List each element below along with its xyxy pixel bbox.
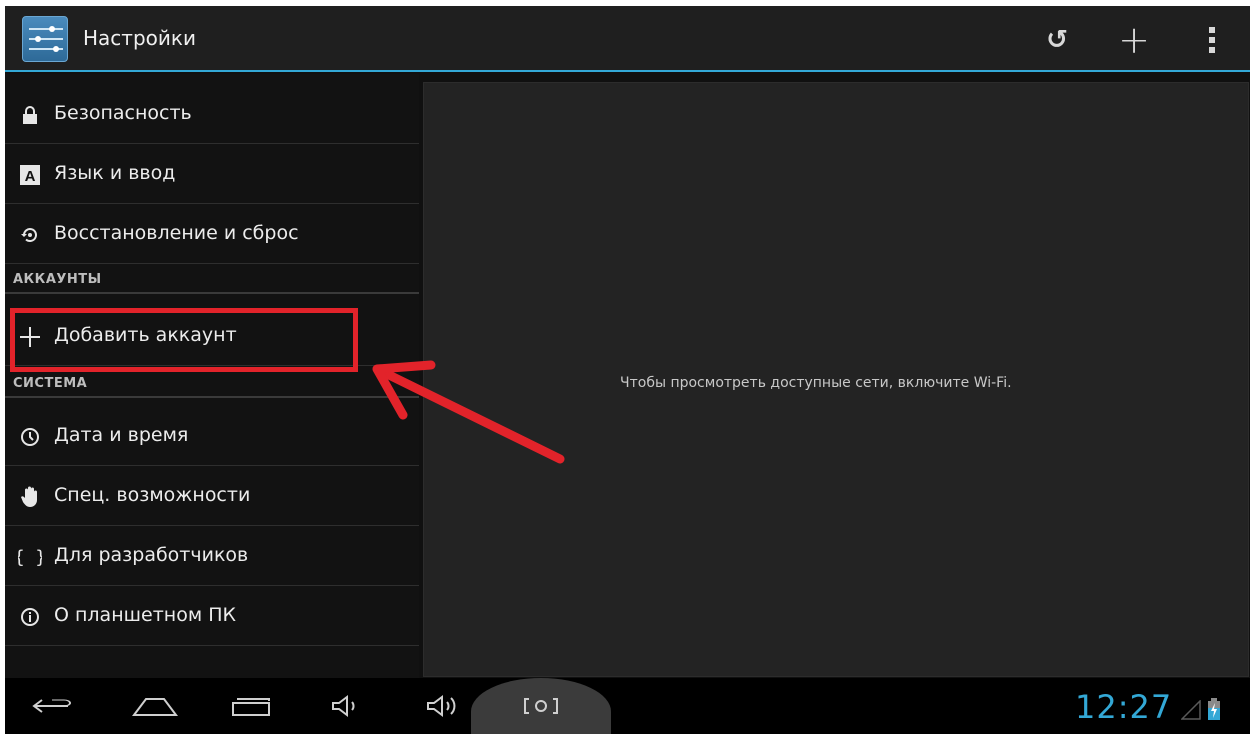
home-icon — [132, 698, 178, 716]
recents-button[interactable] — [225, 684, 277, 728]
status-icons — [1181, 698, 1221, 720]
app-title: Настройки — [83, 26, 196, 50]
section-header-label: АККАУНТЫ — [13, 272, 102, 287]
recents-icon — [232, 698, 270, 716]
svg-text:A: A — [25, 168, 36, 185]
list-item-datetime[interactable]: Дата и время — [5, 406, 419, 466]
section-header-label: СИСТЕМА — [13, 376, 88, 391]
list-item-label: Восстановление и сброс — [54, 222, 299, 244]
keyboard-a-icon: A — [17, 162, 43, 188]
signal-icon — [1181, 700, 1201, 720]
annotation-arrow-icon — [372, 360, 565, 464]
list-item-backup[interactable]: Восстановление и сброс — [5, 204, 419, 264]
settings-sliders-icon[interactable] — [22, 16, 68, 62]
list-item-developer[interactable]: { } Для разработчиков — [5, 526, 419, 586]
svg-text:{ }: { } — [18, 547, 42, 568]
list-item-language[interactable]: A Язык и ввод — [5, 144, 419, 204]
sync-button[interactable]: ↺ — [1037, 20, 1077, 60]
volume-down-button[interactable] — [328, 684, 364, 728]
volume-up-icon — [427, 695, 456, 717]
list-item-security[interactable]: Безопасность — [5, 84, 419, 144]
status-clock: 12:27 — [1075, 688, 1173, 726]
screenshot-button[interactable] — [515, 684, 567, 728]
home-button[interactable] — [129, 684, 181, 728]
braces-icon: { } — [17, 544, 43, 570]
list-item-label: О планшетном ПК — [54, 604, 236, 626]
clock-icon — [17, 424, 43, 450]
info-icon — [17, 604, 43, 630]
annotation-highlight-box — [10, 308, 358, 372]
volume-down-icon — [332, 695, 355, 717]
lock-icon — [17, 102, 43, 128]
volume-up-button[interactable] — [423, 684, 467, 728]
wifi-disabled-message: Чтобы просмотреть доступные сети, включи… — [620, 375, 1012, 391]
section-header-accounts: АККАУНТЫ — [5, 264, 419, 294]
system-navigation-bar: 12:27 — [5, 678, 1250, 734]
back-button[interactable] — [29, 684, 77, 728]
list-item-label: Язык и ввод — [54, 162, 176, 184]
action-bar: Настройки ↺ + — [5, 6, 1250, 72]
screenshot-icon — [524, 698, 558, 714]
list-item-label: Для разработчиков — [54, 544, 249, 566]
restore-icon — [17, 222, 43, 248]
battery-charging-icon — [1208, 698, 1220, 720]
list-item-label: Дата и время — [54, 424, 189, 446]
list-item-label: Безопасность — [54, 102, 192, 124]
hand-icon — [17, 484, 43, 510]
sync-icon: ↺ — [1046, 25, 1068, 55]
settings-list: Безопасность A Язык и ввод Восстановлени… — [5, 74, 419, 682]
back-icon — [32, 699, 71, 713]
section-header-system: СИСТЕМА — [5, 368, 419, 398]
list-item-label: Спец. возможности — [54, 484, 251, 506]
tablet-screen: Настройки ↺ + Безопасность A Язык и ввод — [5, 6, 1250, 734]
add-icon: + — [1118, 18, 1150, 62]
overflow-menu-icon — [1209, 27, 1215, 53]
list-item-accessibility[interactable]: Спец. возможности — [5, 466, 419, 526]
list-item-about[interactable]: О планшетном ПК — [5, 586, 419, 646]
overflow-menu-button[interactable] — [1192, 20, 1232, 60]
add-button[interactable]: + — [1114, 20, 1154, 60]
